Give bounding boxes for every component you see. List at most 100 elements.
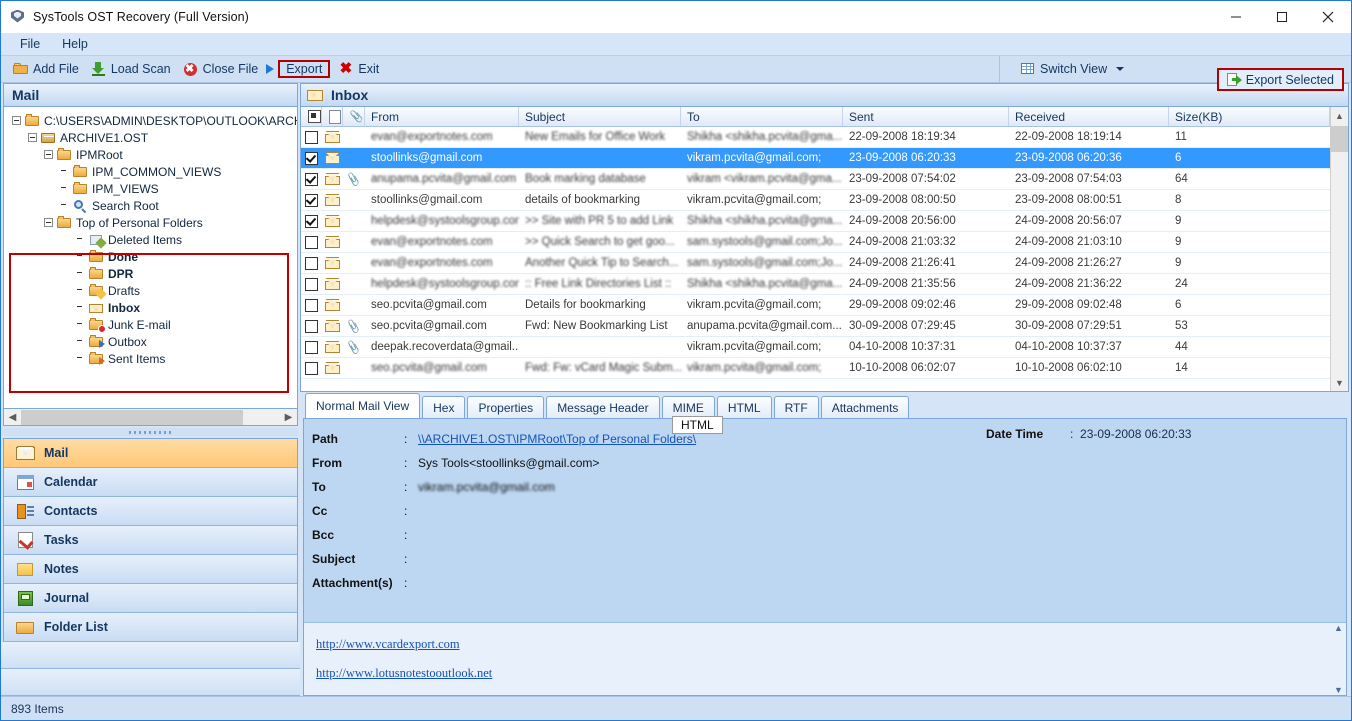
cell-from: evan@exportnotes.com bbox=[365, 127, 519, 147]
load-scan-button[interactable]: Load Scan bbox=[85, 60, 177, 78]
column-header-received[interactable]: Received bbox=[1009, 107, 1169, 126]
table-row[interactable]: evan@exportnotes.com>> Quick Search to g… bbox=[301, 232, 1330, 253]
row-checkbox[interactable] bbox=[301, 358, 322, 378]
tree-horizontal-scrollbar[interactable]: ◀ ▶ bbox=[3, 409, 298, 426]
body-scrollbar[interactable]: ▲ ▼ bbox=[1331, 623, 1346, 695]
tree-item-top-of-personal-folders[interactable]: Top of Personal Folders bbox=[4, 214, 297, 231]
column-header-sent[interactable]: Sent bbox=[843, 107, 1009, 126]
tree-item-junk-e-mail[interactable]: Junk E-mail bbox=[4, 316, 297, 333]
body-scroll-up-icon[interactable]: ▲ bbox=[1334, 623, 1343, 633]
sidebar-item-journal[interactable]: Journal bbox=[4, 584, 297, 613]
table-row[interactable]: 📎anupama.pcvita@gmail.comBook marking da… bbox=[301, 169, 1330, 190]
column-header-from[interactable]: From bbox=[365, 107, 519, 126]
select-all-header[interactable] bbox=[301, 107, 322, 126]
tree-item-dpr[interactable]: DPR bbox=[4, 265, 297, 282]
path-link[interactable]: \\ARCHIVE1.OST\IPMRoot\Top of Personal F… bbox=[418, 432, 696, 446]
row-checkbox[interactable] bbox=[301, 316, 322, 336]
scroll-down-icon[interactable]: ▼ bbox=[1331, 374, 1348, 391]
sidebar-item-tasks[interactable]: Tasks bbox=[4, 526, 297, 555]
tree-item-done[interactable]: Done bbox=[4, 248, 297, 265]
menu-item-file[interactable]: File bbox=[9, 35, 51, 53]
tree-item-deleted-items[interactable]: Deleted Items bbox=[4, 231, 297, 248]
table-row[interactable]: helpdesk@systoolsgroup.com:: Free Link D… bbox=[301, 274, 1330, 295]
close-button[interactable] bbox=[1305, 1, 1351, 32]
sidebar-item-contacts[interactable]: Contacts bbox=[4, 497, 297, 526]
pane-splitter[interactable] bbox=[3, 428, 298, 436]
vscroll-thumb[interactable] bbox=[1331, 126, 1348, 152]
row-checkbox[interactable] bbox=[301, 127, 322, 147]
table-row[interactable]: 📎deepak.recoverdata@gmail....vikram.pcvi… bbox=[301, 337, 1330, 358]
tab-mime[interactable]: MIME bbox=[662, 396, 715, 418]
tab-message-header[interactable]: Message Header bbox=[546, 396, 659, 418]
add-file-button[interactable]: Add File bbox=[7, 60, 85, 78]
row-checkbox[interactable] bbox=[301, 295, 322, 315]
row-checkbox[interactable] bbox=[301, 253, 322, 273]
tab-normal-mail-view[interactable]: Normal Mail View bbox=[305, 393, 420, 418]
read-status-header[interactable] bbox=[322, 107, 343, 126]
scroll-right-icon[interactable]: ▶ bbox=[280, 410, 297, 425]
tree-item-search-root[interactable]: Search Root bbox=[4, 197, 297, 214]
scroll-left-icon[interactable]: ◀ bbox=[4, 410, 21, 425]
tab-html[interactable]: HTML bbox=[717, 396, 772, 418]
tree-expander-icon[interactable] bbox=[44, 150, 53, 159]
body-link-1[interactable]: http://www.vcardexport.com bbox=[316, 637, 1346, 652]
tree-item-outbox[interactable]: Outbox bbox=[4, 333, 297, 350]
export-button[interactable]: Export bbox=[278, 60, 330, 78]
body-scroll-down-icon[interactable]: ▼ bbox=[1334, 685, 1343, 695]
table-row[interactable]: helpdesk@systoolsgroup.com>> Site with P… bbox=[301, 211, 1330, 232]
tree-item-drafts[interactable]: Drafts bbox=[4, 282, 297, 299]
tab-attachments[interactable]: Attachments bbox=[821, 396, 910, 418]
sidebar-item-folder-list[interactable]: Folder List bbox=[4, 613, 297, 642]
table-row[interactable]: stoollinks@gmail.comvikram.pcvita@gmail.… bbox=[301, 148, 1330, 169]
exit-button[interactable]: ✖ Exit bbox=[332, 60, 385, 78]
tree-item-c-users-admin-desktop-outlook-archiv[interactable]: C:\USERS\ADMIN\DESKTOP\OUTLOOK\ARCHIV bbox=[4, 112, 297, 129]
scroll-track[interactable] bbox=[21, 410, 280, 425]
sidebar-item-notes[interactable]: Notes bbox=[4, 555, 297, 584]
detail-pane: Path:\\ARCHIVE1.OST\IPMRoot\Top of Perso… bbox=[303, 418, 1347, 696]
tab-rtf[interactable]: RTF bbox=[774, 396, 819, 418]
scroll-thumb[interactable] bbox=[21, 410, 243, 425]
row-checkbox[interactable] bbox=[301, 190, 322, 210]
row-checkbox[interactable] bbox=[301, 274, 322, 294]
table-row[interactable]: evan@exportnotes.comNew Emails for Offic… bbox=[301, 127, 1330, 148]
row-checkbox[interactable] bbox=[301, 169, 322, 189]
column-header-size[interactable]: Size(KB) bbox=[1169, 107, 1330, 126]
export-selected-button[interactable]: Export Selected bbox=[1217, 68, 1344, 91]
scroll-up-icon[interactable]: ▲ bbox=[1331, 107, 1348, 124]
tree-expander-icon[interactable] bbox=[28, 133, 37, 142]
attachment-header[interactable]: 📎 bbox=[343, 107, 365, 126]
detail-value[interactable]: \\ARCHIVE1.OST\IPMRoot\Top of Personal F… bbox=[418, 432, 696, 446]
tree-expander-icon[interactable] bbox=[44, 218, 53, 227]
tree-item-ipm-common-views[interactable]: IPM_COMMON_VIEWS bbox=[4, 163, 297, 180]
tab-hex[interactable]: Hex bbox=[422, 396, 465, 418]
sidebar-item-mail[interactable]: Mail bbox=[4, 439, 297, 468]
menu-item-help[interactable]: Help bbox=[51, 35, 99, 53]
vscroll-track[interactable] bbox=[1331, 124, 1348, 374]
table-row[interactable]: seo.pcvita@gmail.comDetails for bookmark… bbox=[301, 295, 1330, 316]
close-file-button[interactable]: ✖ Close File bbox=[177, 60, 265, 78]
column-header-to[interactable]: To bbox=[681, 107, 843, 126]
tree-item-inbox[interactable]: Inbox bbox=[4, 299, 297, 316]
row-checkbox[interactable] bbox=[301, 337, 322, 357]
tree-item-ipm-views[interactable]: IPM_VIEWS bbox=[4, 180, 297, 197]
maximize-button[interactable] bbox=[1259, 1, 1305, 32]
row-checkbox[interactable] bbox=[301, 148, 322, 168]
switch-view-button[interactable]: Switch View bbox=[1014, 60, 1130, 78]
tree-item-archive1-ost[interactable]: ARCHIVE1.OST bbox=[4, 129, 297, 146]
row-checkbox[interactable] bbox=[301, 232, 322, 252]
sidebar-item-calendar[interactable]: Calendar bbox=[4, 468, 297, 497]
table-row[interactable]: stoollinks@gmail.comdetails of bookmarki… bbox=[301, 190, 1330, 211]
body-link-2[interactable]: http://www.lotusnotestooutlook.net bbox=[316, 666, 1346, 681]
cell-subject: Book marking database bbox=[519, 169, 681, 189]
table-row[interactable]: seo.pcvita@gmail.comFwd: Fw: vCard Magic… bbox=[301, 358, 1330, 379]
row-checkbox[interactable] bbox=[301, 211, 322, 231]
mail-list-vertical-scrollbar[interactable]: ▲ ▼ bbox=[1330, 107, 1348, 391]
tree-item-ipmroot[interactable]: IPMRoot bbox=[4, 146, 297, 163]
tree-expander-icon[interactable] bbox=[12, 116, 21, 125]
column-header-subject[interactable]: Subject bbox=[519, 107, 681, 126]
tab-properties[interactable]: Properties bbox=[467, 396, 544, 418]
table-row[interactable]: 📎seo.pcvita@gmail.comFwd: New Bookmarkin… bbox=[301, 316, 1330, 337]
tree-item-sent-items[interactable]: Sent Items bbox=[4, 350, 297, 367]
table-row[interactable]: evan@exportnotes.comAnother Quick Tip to… bbox=[301, 253, 1330, 274]
minimize-button[interactable] bbox=[1213, 1, 1259, 32]
